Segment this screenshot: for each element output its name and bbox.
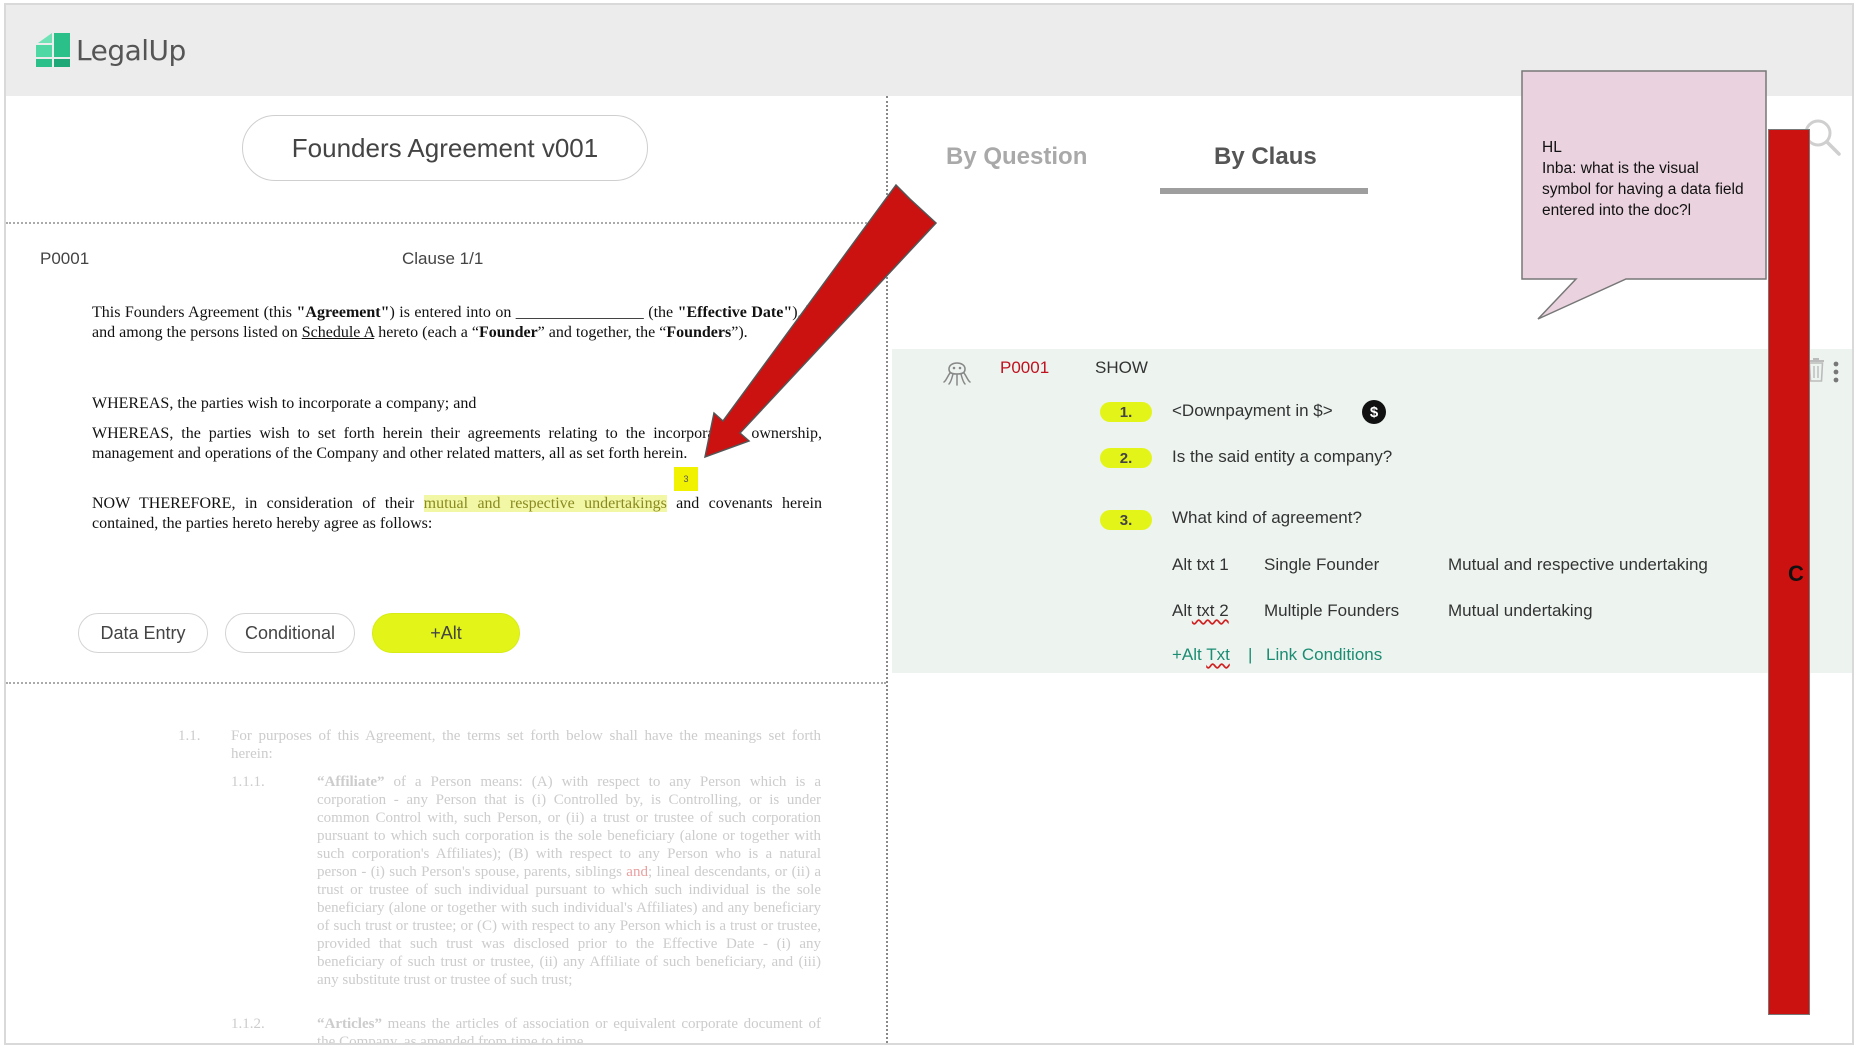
annotation-arrow[interactable]: [703, 183, 938, 459]
annotation-bar-label: C: [1788, 561, 1804, 586]
app-window: LegalUp Founders Agreement v001 P0001 Cl…: [4, 3, 1854, 1045]
annotation-callout-text: HL Inba: what is the visual symbol for h…: [1542, 139, 1744, 219]
